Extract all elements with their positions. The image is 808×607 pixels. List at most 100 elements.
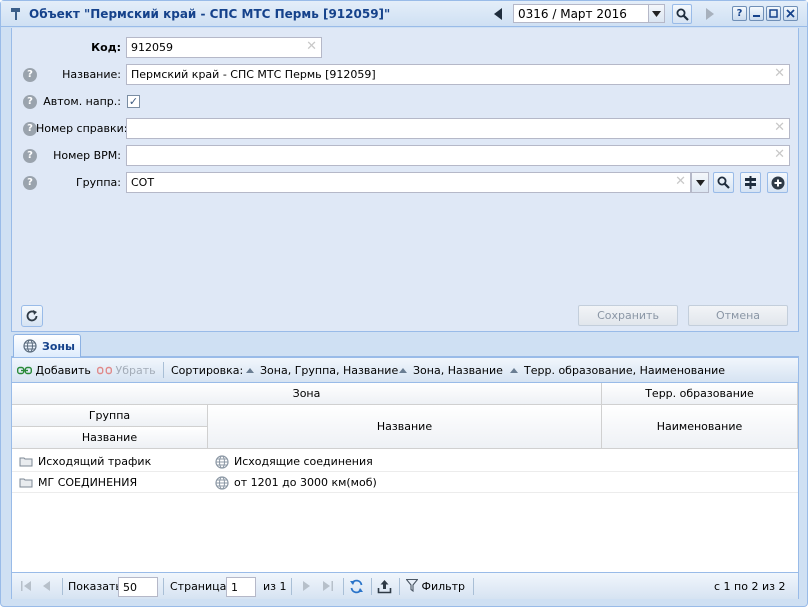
header-group-name[interactable]: Название [12,427,208,449]
sort-asc-icon [399,368,407,373]
maximize-button[interactable] [766,6,781,21]
globe-icon [215,455,229,472]
chevron-down-icon[interactable] [648,5,664,22]
pager-separator [291,578,292,595]
clear-icon[interactable]: ✕ [675,175,686,189]
sort-button-zone-group-name[interactable]: Зона, Группа, Название [246,364,398,377]
folder-icon [19,456,33,470]
next-period-button[interactable] [700,4,720,24]
pin-icon [9,7,23,21]
group-open-button[interactable] [740,172,761,193]
refresh-icon [26,310,38,322]
next-page-icon[interactable] [299,579,313,593]
name-label: Название: [62,68,121,81]
filter-icon [405,578,419,593]
header-zone-name[interactable]: Название [208,405,602,449]
close-button[interactable] [783,6,798,21]
period-search-button[interactable] [672,4,692,24]
add-label: Добавить [35,364,91,377]
unlink-icon [96,366,113,375]
group-search-button[interactable] [713,172,734,193]
table-row[interactable]: МГ СОЕДИНЕНИЯ от 1201 до 3000 км(моб) [12,472,798,493]
group-add-button[interactable] [767,172,788,193]
tab-zones[interactable]: Зоны [13,334,81,357]
sort-asc-icon [246,368,254,373]
filter-label: Фильтр [421,580,466,593]
code-value: 912059 [131,41,173,54]
name-field[interactable]: Пермский край - СПС МТС Пермь [912059] ✕ [126,64,790,85]
filter-button[interactable]: Фильтр [405,578,466,593]
link-icon [16,366,33,375]
ref-field[interactable]: ✕ [126,118,790,139]
signpost-icon [745,176,756,189]
help-icon[interactable]: ? [23,149,37,163]
help-icon[interactable]: ? [23,68,37,82]
sort-button-territory[interactable]: Терр. образование, Наименование [510,364,725,377]
clear-icon[interactable]: ✕ [774,148,785,162]
group-combo[interactable]: СОТ ✕ [126,172,691,193]
arrow-right-icon [706,8,714,20]
grid-toolbar: Добавить Убрать Сортировка: Зона, Группа… [12,358,798,383]
remove-button[interactable]: Убрать [96,364,156,377]
vrm-field[interactable]: ✕ [126,145,790,166]
group-value: СОТ [131,176,155,189]
zones-grid-panel: Добавить Убрать Сортировка: Зона, Группа… [11,357,799,599]
pager-separator [343,578,344,595]
first-page-icon[interactable] [19,579,33,593]
header-zone[interactable]: Зона [12,383,602,405]
add-button[interactable]: Добавить [16,364,91,377]
clear-icon[interactable]: ✕ [306,40,317,54]
plus-circle-icon [771,176,784,189]
table-row[interactable]: Исходящий трафик Исходящие соединения [12,451,798,472]
minimize-button[interactable] [749,6,764,21]
code-field[interactable]: 912059 ✕ [126,37,322,58]
ref-label: Номер справки: [36,122,128,135]
pager-separator [473,578,474,595]
page-label: Страница [170,580,227,593]
save-button[interactable]: Сохранить [578,305,678,326]
object-form: Код: 912059 ✕ ? Название: Пермский край … [11,28,799,332]
cancel-button[interactable]: Отмена [688,305,788,326]
help-button[interactable]: ? [732,6,747,21]
vrm-row: ? Номер ВРМ: ✕ [12,145,800,167]
code-label: Код: [91,41,121,54]
auto-label: Автом. напр.: [43,95,121,108]
paging-summary: с 1 по 2 из 2 [714,580,786,593]
cell-group-name: МГ СОЕДИНЕНИЯ [38,476,138,489]
clear-icon[interactable]: ✕ [774,67,785,81]
title-bar: Объект "Пермский край - СПС МТС Пермь [9… [1,1,807,27]
header-territory-name[interactable]: Наименование [602,405,798,449]
cell-zone-name: от 1201 до 3000 км(моб) [234,476,377,489]
export-icon[interactable] [377,579,392,594]
name-row: ? Название: Пермский край - СПС МТС Перм… [12,64,800,86]
group-dropdown-trigger[interactable] [691,172,709,193]
page-size-input[interactable]: 50 [118,577,158,597]
ref-row: ? Номер справки: ✕ [12,118,800,140]
search-icon [717,176,730,189]
sort-label: Сортировка: [171,364,244,377]
group-row: ? Группа: СОТ ✕ [12,172,800,194]
help-icon[interactable]: ? [23,95,37,109]
refresh-button[interactable] [21,305,43,327]
page-number-input[interactable]: 1 [226,577,256,597]
pager-separator [399,578,400,595]
help-icon[interactable]: ? [23,176,37,190]
auto-checkbox[interactable]: ✓ [127,95,140,108]
last-page-icon[interactable] [321,579,335,593]
clear-icon[interactable]: ✕ [774,121,785,135]
prev-period-button[interactable] [488,4,508,24]
help-icon[interactable]: ? [23,122,37,136]
close-icon [786,9,795,18]
sort-button-zone-name[interactable]: Зона, Название [399,364,503,377]
period-select[interactable]: 0316 / Март 2016 [513,4,665,23]
header-group[interactable]: Группа [12,405,208,427]
reload-icon[interactable] [349,579,363,594]
sort-label-text: Терр. образование, Наименование [524,364,726,377]
prev-page-icon[interactable] [40,579,54,593]
header-territory[interactable]: Терр. образование [602,383,798,405]
toolbar-separator [163,362,164,378]
sort-label-text: Зона, Название [413,364,503,377]
page-count-label: из 1 [263,580,287,593]
tab-strip: Зоны [11,332,799,357]
page-size-label: Показать [68,580,122,593]
